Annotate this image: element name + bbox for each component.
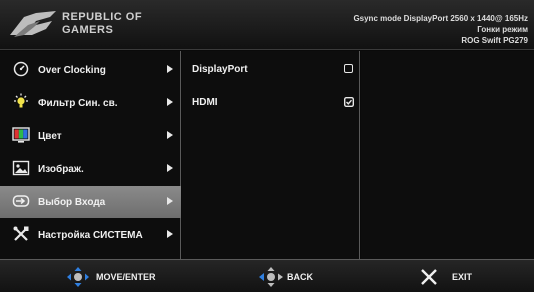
move-enter-button[interactable]: MOVE/ENTER — [66, 260, 156, 292]
image-icon — [12, 160, 30, 176]
input-select-icon — [12, 195, 30, 207]
osd-header: REPUBLIC OF GAMERS Gsync mode DisplayPor… — [0, 0, 534, 50]
brand-line-2: GAMERS — [62, 24, 114, 36]
menu-item-input-select[interactable]: Выбор Входа — [0, 186, 181, 218]
checkbox-checked-icon[interactable] — [344, 97, 354, 107]
status-info: Gsync mode DisplayPort 2560 x 1440@ 165H… — [353, 13, 528, 46]
input-options: DisplayPort HDMI — [182, 51, 360, 259]
joystick-back-icon — [259, 266, 283, 287]
menu-label: Выбор Входа — [38, 196, 106, 208]
joystick-four-way-icon — [67, 266, 89, 287]
menu-item-image[interactable]: Изображ. — [0, 153, 181, 185]
chevron-right-icon — [167, 230, 173, 238]
menu-label: Настройка СИСТЕМА — [38, 229, 143, 241]
color-icon — [12, 127, 30, 143]
back-button[interactable]: BACK — [258, 260, 313, 292]
exit-label: EXIT — [452, 271, 473, 282]
menu-label: Изображ. — [38, 163, 84, 175]
menu-item-blue-light-filter[interactable]: Фильтр Син. св. — [0, 87, 181, 119]
chevron-right-icon — [167, 98, 173, 106]
menu-label: Over Clocking — [38, 64, 106, 76]
move-enter-label: MOVE/ENTER — [96, 271, 156, 282]
chevron-right-icon — [167, 197, 173, 205]
input-option-displayport[interactable]: DisplayPort — [182, 54, 360, 86]
osd-footer: MOVE/ENTER BACK EXIT — [0, 259, 534, 292]
close-icon — [421, 268, 437, 285]
checkbox-empty-icon[interactable] — [344, 64, 353, 73]
menu-label: Цвет — [38, 130, 62, 142]
brand-line-1: REPUBLIC OF — [62, 11, 143, 23]
osd-menu: REPUBLIC OF GAMERS Gsync mode DisplayPor… — [0, 0, 534, 292]
status-mode: Гонки режим — [477, 25, 528, 34]
input-option-hdmi[interactable]: HDMI — [182, 87, 360, 119]
exit-button[interactable]: EXIT — [420, 260, 472, 292]
brand-text: REPUBLIC OF GAMERS — [62, 11, 142, 37]
input-option-label: DisplayPort — [192, 64, 248, 75]
speedometer-icon — [13, 61, 29, 77]
status-signal: Gsync mode DisplayPort 2560 x 1440@ 165H… — [353, 14, 528, 23]
menu-item-color[interactable]: Цвет — [0, 120, 181, 152]
light-bulb-icon — [14, 93, 28, 108]
chevron-right-icon — [167, 65, 173, 73]
tools-icon — [13, 226, 29, 241]
back-label: BACK — [287, 271, 313, 282]
chevron-right-icon — [167, 164, 173, 172]
menu-label: Фильтр Син. св. — [38, 97, 118, 109]
status-model: ROG Swift PG279 — [461, 36, 528, 45]
menu-item-system-setup[interactable]: Настройка СИСТЕМА — [0, 219, 181, 251]
chevron-right-icon — [167, 131, 173, 139]
detail-panel — [361, 51, 534, 259]
input-option-label: HDMI — [192, 97, 218, 108]
main-menu: Over Clocking Фильтр Син. св. Цвет Изобр… — [0, 51, 181, 259]
menu-item-over-clocking[interactable]: Over Clocking — [0, 54, 181, 86]
